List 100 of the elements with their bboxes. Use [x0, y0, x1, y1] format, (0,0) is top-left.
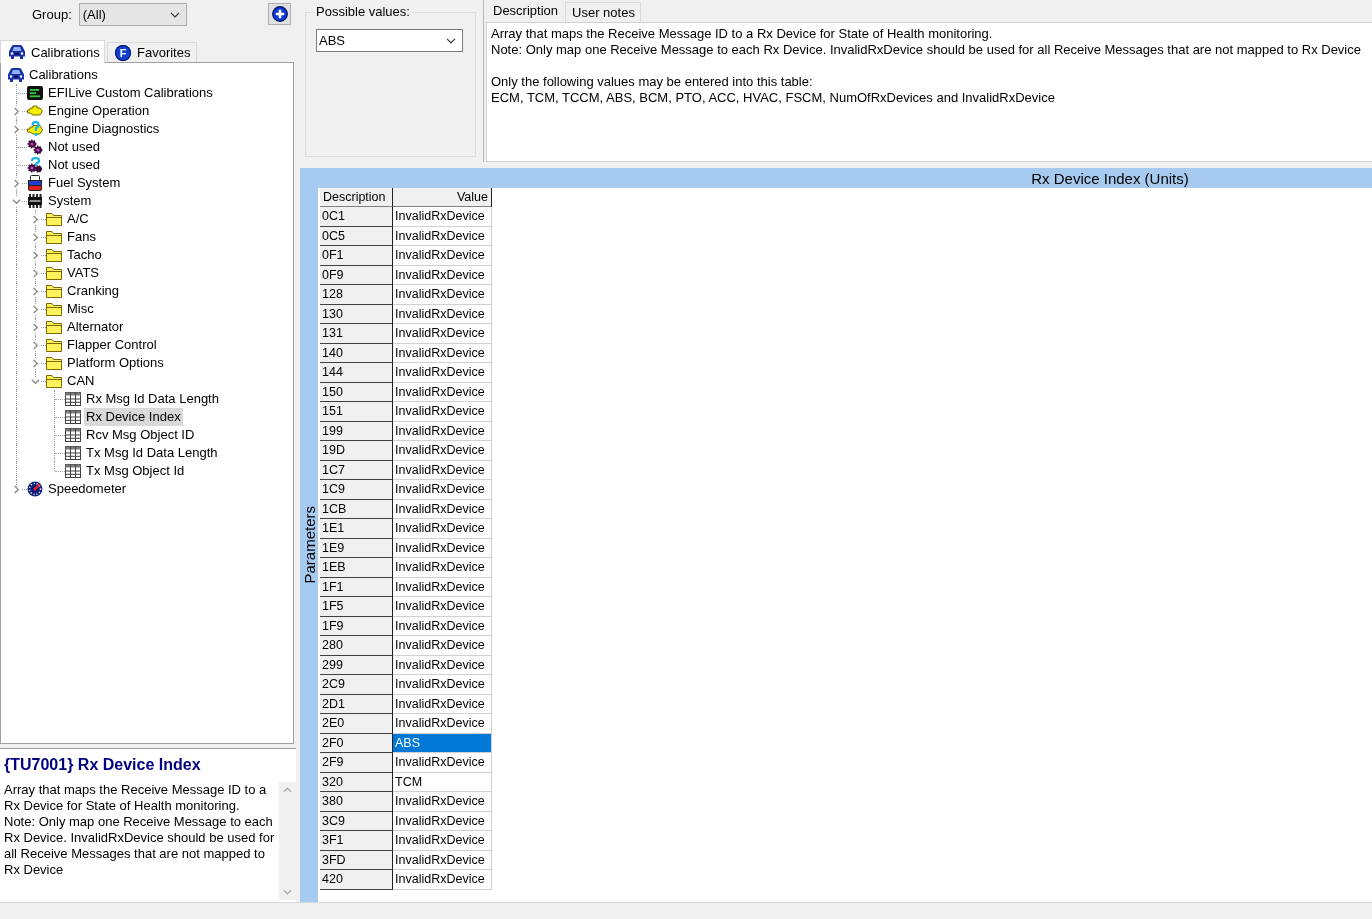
table-cell[interactable]: InvalidRxDevice	[393, 616, 492, 636]
table-cell[interactable]: InvalidRxDevice	[393, 558, 492, 578]
column-header[interactable]: Description	[320, 188, 393, 207]
table-cell[interactable]: InvalidRxDevice	[393, 694, 492, 714]
chevron-down-icon	[446, 37, 456, 44]
table-cell[interactable]: InvalidRxDevice	[393, 811, 492, 831]
row-header: 1E1	[320, 519, 393, 539]
table-cell[interactable]: InvalidRxDevice	[393, 441, 492, 461]
table-cell[interactable]: InvalidRxDevice	[393, 402, 492, 422]
table-cell[interactable]: InvalidRxDevice	[393, 870, 492, 890]
table-cell[interactable]: InvalidRxDevice	[393, 636, 492, 656]
car-icon	[9, 44, 25, 60]
tree-item[interactable]: Rx Msg Id Data Length	[84, 390, 221, 408]
folder-icon	[46, 373, 62, 389]
table-cell[interactable]: InvalidRxDevice	[393, 831, 492, 851]
tree-item[interactable]: Speedometer	[46, 480, 129, 498]
tab[interactable]: User notes	[565, 2, 641, 22]
folder-icon	[46, 229, 62, 245]
tree-item[interactable]: Tx Msg Object Id	[84, 462, 187, 480]
tree-item[interactable]: VATS	[65, 264, 102, 282]
tree-item[interactable]: Cranking	[65, 282, 122, 300]
table-cell[interactable]: InvalidRxDevice	[393, 226, 492, 246]
tree-item[interactable]: System	[46, 192, 94, 210]
tree-item[interactable]: A/C	[65, 210, 91, 228]
scroll-up-icon[interactable]	[283, 787, 292, 793]
tree-item[interactable]: Tacho	[65, 246, 104, 264]
tree-item[interactable]: Not used	[46, 156, 103, 174]
description-text: Only the following values may be entered into this table: ECM, TCM, TCCM, ABS, BCM, PTO, ACC, HVAC, FSCM, NumOfRxDevices and InvalidRxDevice	[491, 74, 1056, 106]
tab[interactable]: F Favorites	[107, 42, 198, 62]
table-cell[interactable]: InvalidRxDevice	[393, 421, 492, 441]
row-header: 2F9	[320, 753, 393, 773]
tree-item[interactable]: Engine Diagnostics	[46, 120, 162, 138]
tree-item[interactable]: Calibrations	[27, 66, 100, 84]
column-header[interactable]: Value	[393, 188, 492, 207]
row-header: 140	[320, 343, 393, 363]
table-cell[interactable]: InvalidRxDevice	[393, 246, 492, 266]
tree-item[interactable]: Fans	[65, 228, 98, 246]
folder-icon	[46, 265, 62, 281]
row-header: 3FD	[320, 850, 393, 870]
tree-item[interactable]: Fuel System	[46, 174, 123, 192]
table-cell[interactable]: InvalidRxDevice	[393, 324, 492, 344]
row-header: 199	[320, 421, 393, 441]
table-cell[interactable]: InvalidRxDevice	[393, 519, 492, 539]
parameters-label: Parameters	[300, 506, 318, 584]
table-cell[interactable]: InvalidRxDevice	[393, 655, 492, 675]
chip-icon	[27, 193, 43, 209]
table-cell[interactable]: InvalidRxDevice	[393, 675, 492, 695]
table-icon	[65, 409, 81, 425]
table-cell[interactable]: InvalidRxDevice	[393, 382, 492, 402]
scrollbar[interactable]	[279, 782, 296, 900]
group-label: Group:	[32, 6, 72, 24]
add-button[interactable]	[268, 3, 291, 25]
tree-item[interactable]: CAN	[65, 372, 97, 390]
chevron-down-icon[interactable]	[30, 376, 40, 386]
tree-item[interactable]: Misc	[65, 300, 96, 318]
tab[interactable]: Calibrations	[0, 40, 105, 63]
table-cell[interactable]: InvalidRxDevice	[393, 265, 492, 285]
table-cell[interactable]: InvalidRxDevice	[393, 207, 492, 227]
tree-item[interactable]: Rcv Msg Object ID	[84, 426, 197, 444]
tree-item[interactable]: Flapper Control	[65, 336, 159, 354]
table-cell[interactable]: TCM	[393, 772, 492, 792]
chevron-down-icon[interactable]	[11, 196, 21, 206]
row-header: 1C7	[320, 460, 393, 480]
table-cell[interactable]: InvalidRxDevice	[393, 343, 492, 363]
row-header: 1F5	[320, 597, 393, 617]
table-cell[interactable]: InvalidRxDevice	[393, 285, 492, 305]
row-header: 3C9	[320, 811, 393, 831]
value-dropdown[interactable]: ABS	[316, 29, 463, 52]
tree-item[interactable]: Not used	[46, 138, 103, 156]
group-dropdown[interactable]: (All)	[78, 3, 187, 26]
tree-item[interactable]: Engine Operation	[46, 102, 152, 120]
row-header: 2D1	[320, 694, 393, 714]
table-cell[interactable]: InvalidRxDevice	[393, 460, 492, 480]
table-cell[interactable]: InvalidRxDevice	[393, 480, 492, 500]
table-cell[interactable]: InvalidRxDevice	[393, 577, 492, 597]
scroll-down-icon[interactable]	[283, 889, 292, 895]
table-cell[interactable]: InvalidRxDevice	[393, 304, 492, 324]
row-header: 1E9	[320, 538, 393, 558]
plus-icon	[271, 6, 288, 22]
table-icon	[65, 427, 81, 443]
tree-item[interactable]: EFILive Custom Calibrations	[46, 84, 215, 102]
tree-item[interactable]: Alternator	[65, 318, 126, 336]
tree-item[interactable]: Rx Device Index	[84, 408, 183, 426]
table-cell[interactable]: InvalidRxDevice	[393, 850, 492, 870]
possible-values-label: Possible values:	[315, 4, 411, 20]
tree-item[interactable]: Platform Options	[65, 354, 166, 372]
table-cell[interactable]: InvalidRxDevice	[393, 753, 492, 773]
table-cell[interactable]: InvalidRxDevice	[393, 597, 492, 617]
table-cell[interactable]: InvalidRxDevice	[393, 363, 492, 383]
car-icon	[8, 67, 24, 83]
table-cell[interactable]: InvalidRxDevice	[393, 538, 492, 558]
folder-icon	[46, 319, 62, 335]
row-header: 131	[320, 324, 393, 344]
engine-icon	[27, 103, 43, 119]
table-cell[interactable]: InvalidRxDevice	[393, 499, 492, 519]
folder-icon	[46, 247, 62, 263]
table-cell[interactable]: InvalidRxDevice	[393, 792, 492, 812]
table-cell[interactable]: ABS	[393, 733, 492, 753]
table-cell[interactable]: InvalidRxDevice	[393, 714, 492, 734]
tree-item[interactable]: Tx Msg Id Data Length	[84, 444, 220, 462]
